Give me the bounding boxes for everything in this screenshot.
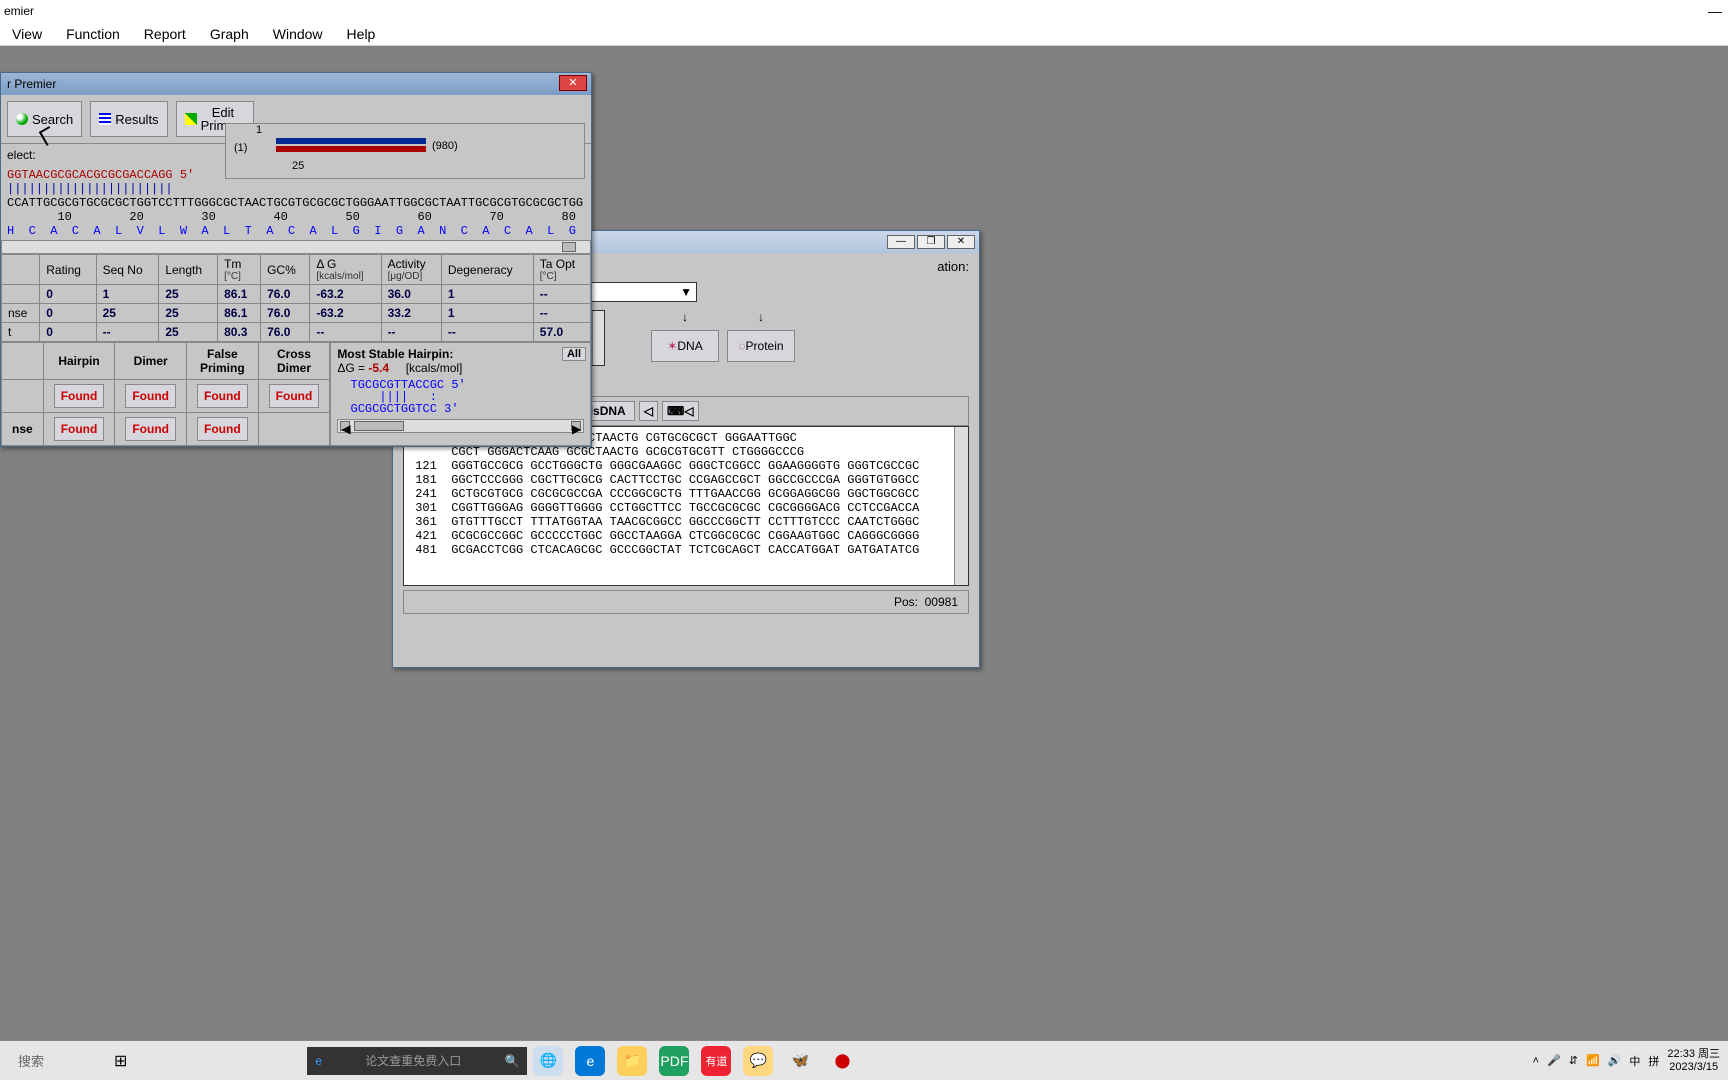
scrollbar[interactable]	[592, 311, 604, 365]
table-row[interactable]: 0 1 25 86.1 76.0 -63.2 36.0 1 --	[2, 285, 591, 304]
menubar: View Function Report Graph Window Help	[0, 22, 1728, 46]
window-minimize-icon[interactable]: —	[1708, 0, 1722, 22]
tray-mic-icon[interactable]: 🎤	[1547, 1054, 1561, 1067]
menu-function[interactable]: Function	[54, 24, 132, 44]
position-statusbar: Pos: 00981	[403, 590, 969, 614]
scrollbar[interactable]: ◀ ▶	[337, 419, 584, 433]
record-icon[interactable]: ⬤	[827, 1046, 857, 1076]
tray-clock[interactable]: 22:33 周三 2023/3/15	[1667, 1048, 1720, 1074]
all-button[interactable]: All	[562, 347, 586, 361]
taskbar: 搜索 ⊞ e 论文查重免费入口 🔍 🌐 e 📁 PDF 有道 💬 🦋 ⬤ ˄ 🎤…	[0, 1040, 1728, 1080]
table-header-row: Rating Seq No Length Tm[°C] GC% Δ G[kcal…	[2, 255, 591, 285]
minimize-icon[interactable]: —	[887, 235, 915, 249]
found-button[interactable]: Found	[54, 384, 105, 408]
close-icon[interactable]: ✕	[559, 75, 587, 91]
found-button[interactable]: Found	[54, 417, 105, 441]
menu-graph[interactable]: Graph	[198, 24, 261, 44]
sequence-ruler-graphic: 1 (1) (980) 25	[225, 123, 585, 179]
pos-value: 00981	[925, 595, 958, 609]
protein-button[interactable]: ◌ Protein	[727, 330, 795, 362]
hairpin-dg-value: -5.4	[368, 361, 389, 375]
tray-sync-icon[interactable]: ⇵	[1569, 1054, 1578, 1067]
search-icon: 🔍	[504, 1054, 519, 1068]
tray-ime-lang[interactable]: 中	[1629, 1053, 1640, 1069]
taskbar-search-box[interactable]: e 论文查重免费入口 🔍	[307, 1047, 527, 1075]
scrollbar[interactable]	[954, 427, 968, 585]
maximize-icon[interactable]: ❐	[917, 235, 945, 249]
tray-chevron-icon[interactable]: ˄	[1533, 1055, 1539, 1067]
search-icon	[16, 113, 28, 125]
structure-table: Hairpin Dimer False Priming Cross Dimer …	[1, 342, 330, 446]
browser-icon[interactable]: 🌐	[533, 1046, 563, 1076]
results-button[interactable]: Results	[90, 101, 167, 137]
menu-window[interactable]: Window	[261, 24, 335, 44]
sequence-text-area[interactable]: CGCT GGTCCTTTGG GCGCTAACTG CGTGCGCGCT GG…	[403, 426, 969, 586]
primer-results-table: Rating Seq No Length Tm[°C] GC% Δ G[kcal…	[1, 254, 591, 342]
edge-icon[interactable]: e	[575, 1046, 605, 1076]
secondary-structure-panel: Hairpin Dimer False Priming Cross Dimer …	[1, 342, 591, 446]
tray-wifi-icon[interactable]: 📶	[1586, 1054, 1600, 1067]
dna-icon: ✶	[667, 339, 677, 353]
primer-premier-window: r Premier ✕ Search Results Edit Primers …	[0, 72, 592, 447]
tray-ime-mode[interactable]: 拼	[1648, 1053, 1659, 1069]
file-explorer-icon[interactable]: 📁	[617, 1046, 647, 1076]
chevron-down-icon: ▼	[680, 285, 692, 299]
app-icon[interactable]: 🦋	[785, 1046, 815, 1076]
table-row[interactable]: t 0 -- 25 80.3 76.0 -- -- -- 57.0	[2, 323, 591, 342]
primer-window-titlebar[interactable]: r Premier ✕	[1, 73, 591, 95]
arrow-down-icon: ↓	[758, 310, 764, 324]
system-tray: ˄ 🎤 ⇵ 📶 🔊 中 拼 22:33 周三 2023/3/15	[1533, 1048, 1728, 1074]
label-ation: ation:	[937, 259, 969, 274]
results-icon	[99, 113, 111, 125]
hairpin-sequence: TGCGCGTTACCGC 5' |||| : GCGCGCTGGTCC 3'	[337, 375, 584, 419]
menu-help[interactable]: Help	[335, 24, 388, 44]
table-row: nse Found Found Found	[2, 413, 330, 446]
found-button[interactable]: Found	[125, 417, 176, 441]
scrollbar[interactable]	[1, 240, 591, 254]
window-title: r Premier	[7, 77, 56, 91]
tray-volume-icon[interactable]: 🔊	[1608, 1054, 1622, 1067]
close-icon[interactable]: ✕	[947, 235, 975, 249]
speaker-icon[interactable]: ◁	[639, 401, 658, 421]
menu-report[interactable]: Report	[132, 24, 198, 44]
table-row[interactable]: nse 0 25 25 86.1 76.0 -63.2 33.2 1 --	[2, 304, 591, 323]
pos-label: Pos:	[894, 595, 918, 609]
ie-icon: e	[315, 1054, 322, 1068]
found-button[interactable]: Found	[125, 384, 176, 408]
found-button[interactable]: Found	[197, 384, 248, 408]
table-row: Found Found Found Found	[2, 380, 330, 413]
hairpin-panel: Most Stable Hairpin: All ΔG = -5.4 [kcal…	[330, 342, 591, 446]
app-title: emier	[4, 4, 34, 18]
task-view-icon[interactable]: ⊞	[114, 1051, 127, 1071]
found-button[interactable]: Found	[269, 384, 320, 408]
keyboard-icon[interactable]: ⌨◁	[662, 401, 699, 421]
protein-icon: ◌	[738, 339, 745, 353]
arrow-down-icon: ↓	[682, 310, 688, 324]
menu-view[interactable]: View	[0, 24, 54, 44]
taskbar-search-hint[interactable]: 搜索	[8, 1047, 54, 1074]
youdao-icon[interactable]: 有道	[701, 1046, 731, 1076]
dna-button[interactable]: ✶ DNA	[651, 330, 719, 362]
found-button[interactable]: Found	[197, 417, 248, 441]
search-button[interactable]: Search	[7, 101, 82, 137]
pdf-icon[interactable]: PDF	[659, 1046, 689, 1076]
edit-icon	[185, 113, 197, 125]
wechat-icon[interactable]: 💬	[743, 1046, 773, 1076]
app-titlebar: emier —	[0, 0, 1728, 22]
